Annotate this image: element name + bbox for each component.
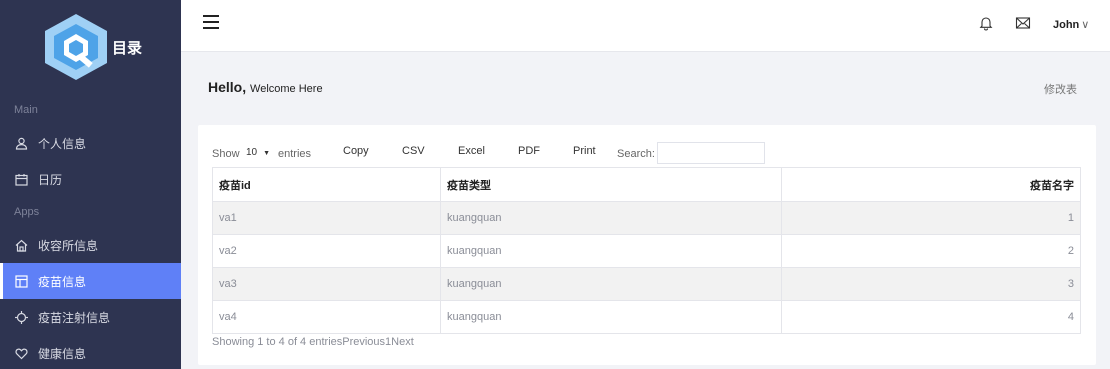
bell-icon[interactable]: [978, 15, 994, 31]
page-length-select[interactable]: 10 ▼: [240, 142, 280, 164]
cell-vaccine-type: kuangquan: [440, 234, 782, 268]
sidebar-item-personal-info[interactable]: 个人信息: [0, 125, 181, 161]
page-length-value: 10: [246, 147, 258, 158]
column-header-vaccine-id[interactable]: 疫苗id: [212, 167, 441, 202]
brand-logo-area[interactable]: 目录: [0, 0, 181, 95]
entries-label: entries: [278, 148, 312, 160]
sidebar-item-label: 个人信息: [38, 136, 87, 151]
table-row[interactable]: va4 kuangquan 4: [212, 300, 1081, 334]
user-name: John: [1053, 19, 1080, 31]
pdf-button[interactable]: PDF: [518, 142, 540, 160]
sidebar-item-shelter-info[interactable]: 收容所信息: [0, 227, 181, 263]
cell-vaccine-name: 2: [781, 234, 1081, 268]
top-header: John ∨: [181, 0, 1110, 52]
csv-button[interactable]: CSV: [402, 142, 425, 160]
column-header-vaccine-name[interactable]: 疫苗名字: [781, 167, 1081, 202]
mail-icon[interactable]: [1015, 15, 1031, 31]
table-row[interactable]: va3 kuangquan 3: [212, 267, 1081, 301]
menu-toggle-icon[interactable]: [203, 15, 219, 29]
page-greeting: Hello, Welcome Here: [208, 79, 323, 95]
vaccine-table: 疫苗id 疫苗类型 疫苗名字 va1 kuangquan 1 va2 kuang…: [212, 167, 1081, 334]
crosshair-icon: [14, 310, 28, 324]
sidebar-item-vaccination-info[interactable]: 疫苗注射信息: [0, 299, 181, 335]
cell-vaccine-name: 1: [781, 201, 1081, 235]
section-label-main: Main: [14, 104, 38, 116]
cell-vaccine-name: 4: [781, 300, 1081, 334]
edit-table-link[interactable]: 修改表: [1044, 81, 1077, 97]
greeting-welcome: Welcome Here: [250, 83, 323, 95]
table-row[interactable]: va1 kuangquan 1: [212, 201, 1081, 235]
sidebar-item-calendar[interactable]: 日历: [0, 161, 181, 197]
search-input[interactable]: [657, 142, 765, 164]
user-menu[interactable]: John ∨: [1053, 18, 1089, 31]
sidebar-item-label: 疫苗信息: [38, 274, 87, 289]
cell-vaccine-name: 3: [781, 267, 1081, 301]
logo-icon: [45, 14, 107, 80]
user-icon: [14, 136, 28, 150]
sidebar-item-label: 疫苗注射信息: [38, 310, 111, 325]
print-button[interactable]: Print: [573, 142, 596, 160]
brand-title: 目录: [112, 40, 143, 57]
column-header-vaccine-type[interactable]: 疫苗类型: [440, 167, 782, 202]
cell-vaccine-id: va2: [212, 234, 441, 268]
table-pagination-info[interactable]: Showing 1 to 4 of 4 entriesPrevious1Next: [212, 336, 414, 348]
sidebar-item-vaccine-info[interactable]: 疫苗信息: [0, 263, 181, 299]
cell-vaccine-type: kuangquan: [440, 267, 782, 301]
cell-vaccine-type: kuangquan: [440, 201, 782, 235]
vaccine-table-card: Show 10 ▼ entries Copy CSV Excel PDF Prin…: [198, 125, 1096, 365]
greeting-hello: Hello,: [208, 79, 247, 95]
table-row[interactable]: va2 kuangquan 2: [212, 234, 1081, 268]
heart-icon: [14, 346, 28, 360]
table-layout-icon: [14, 274, 28, 288]
cell-vaccine-id: va4: [212, 300, 441, 334]
sidebar-item-label: 健康信息: [38, 346, 87, 361]
table-toolbar: Show 10 ▼ entries Copy CSV Excel PDF Prin…: [212, 140, 1082, 166]
search-label: Search:: [617, 148, 655, 160]
copy-button[interactable]: Copy: [343, 142, 369, 160]
section-label-apps: Apps: [14, 206, 40, 218]
home-icon: [14, 238, 28, 252]
dropdown-arrow-icon: ▼: [263, 150, 271, 157]
cell-vaccine-id: va3: [212, 267, 441, 301]
calendar-icon: [14, 172, 28, 186]
sidebar-item-label: 收容所信息: [38, 238, 99, 253]
chevron-down-icon: ∨: [1081, 19, 1090, 31]
cell-vaccine-type: kuangquan: [440, 300, 782, 334]
table-header-row: 疫苗id 疫苗类型 疫苗名字: [212, 167, 1081, 202]
cell-vaccine-id: va1: [212, 201, 441, 235]
sidebar-item-health-info[interactable]: 健康信息: [0, 335, 181, 369]
excel-button[interactable]: Excel: [458, 142, 485, 160]
sidebar-item-label: 日历: [38, 172, 63, 187]
sidebar: 目录 Main 个人信息 日历 Apps 收容所信息 疫苗信息 疫苗注射信息 健…: [0, 0, 181, 369]
show-label: Show: [212, 148, 240, 160]
